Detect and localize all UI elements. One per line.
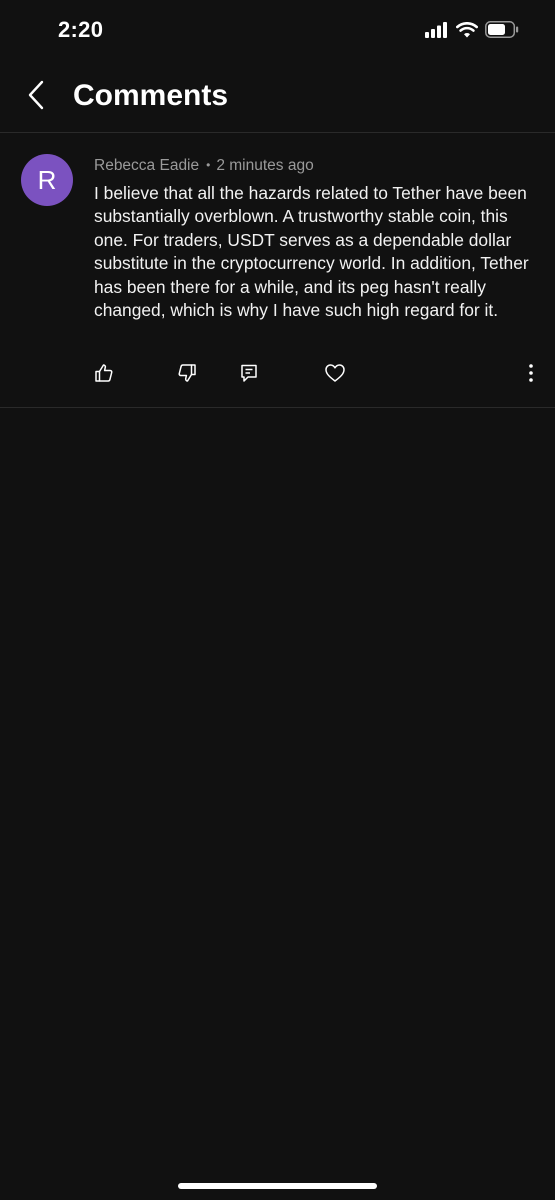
signal-icon — [425, 21, 449, 43]
avatar-letter: R — [37, 164, 57, 195]
thumbs-up-icon — [94, 363, 114, 388]
comment-timestamp: 2 minutes ago — [216, 157, 314, 174]
home-indicator — [178, 1183, 377, 1189]
header: Comments — [0, 62, 555, 133]
comment-item: R Rebecca Eadie • 2 minutes ago I believe … — [0, 133, 555, 408]
comment-author[interactable]: Rebecca Eadie — [94, 157, 199, 174]
comment-meta: Rebecca Eadie • 2 minutes ago — [94, 157, 314, 175]
reply-icon — [239, 363, 259, 388]
more-options-button[interactable] — [519, 363, 543, 387]
reply-button[interactable] — [237, 363, 261, 387]
page-title: Comments — [73, 79, 229, 112]
avatar[interactable]: R — [21, 154, 73, 206]
status-bar: 2:20 — [0, 0, 555, 62]
thumbs-down-icon — [177, 363, 197, 388]
more-vertical-icon — [528, 363, 534, 388]
favorite-button[interactable] — [323, 363, 347, 387]
heart-icon — [324, 363, 346, 388]
meta-separator: • — [206, 158, 211, 172]
battery-icon — [485, 21, 519, 43]
comment-body: I believe that all the hazards related t… — [94, 183, 529, 321]
status-icons — [425, 21, 519, 43]
status-time: 2:20 — [58, 17, 104, 42]
back-button[interactable] — [20, 80, 52, 114]
dislike-button[interactable] — [175, 363, 199, 387]
chevron-left-icon — [27, 80, 45, 115]
wifi-icon — [456, 21, 478, 43]
like-button[interactable] — [92, 363, 116, 387]
